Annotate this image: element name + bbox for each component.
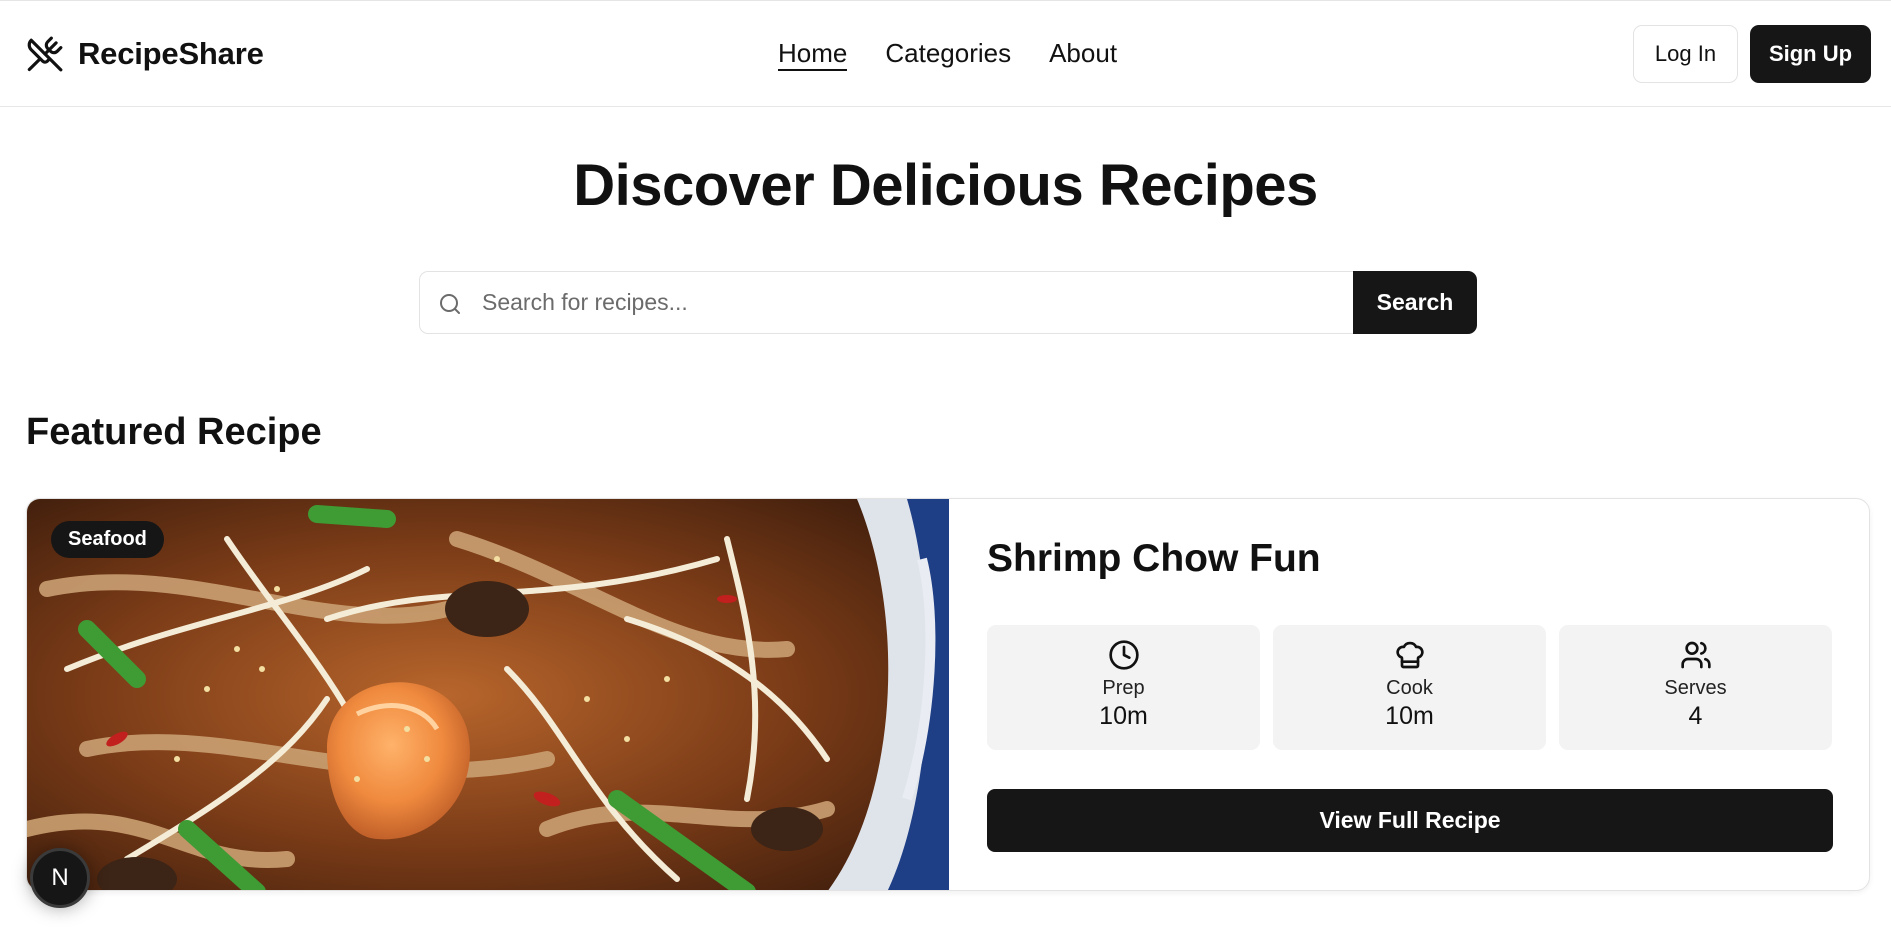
stat-label: Cook bbox=[1386, 677, 1433, 699]
main-nav: Home Categories About bbox=[778, 37, 1117, 71]
nav-link-categories[interactable]: Categories bbox=[885, 37, 1011, 71]
stat-value: 10m bbox=[1099, 702, 1148, 730]
top-navbar: RecipeShare Home Categories About Log In… bbox=[0, 0, 1891, 107]
clock-icon bbox=[1108, 640, 1139, 670]
utensils-crossed-icon bbox=[27, 36, 63, 72]
stat-cook: Cook 10m bbox=[1273, 625, 1546, 750]
search-box bbox=[419, 271, 1353, 334]
recipe-title[interactable]: Shrimp Chow Fun bbox=[987, 537, 1321, 581]
brand-logo[interactable]: RecipeShare bbox=[26, 35, 264, 73]
view-full-recipe-button[interactable]: View Full Recipe bbox=[987, 789, 1833, 852]
nav-link-about[interactable]: About bbox=[1049, 37, 1117, 71]
stat-value: 10m bbox=[1385, 702, 1434, 730]
hero-title: Discover Delicious Recipes bbox=[573, 153, 1318, 218]
stat-prep: Prep 10m bbox=[987, 625, 1260, 750]
recipe-stats: Prep 10m Cook 10m Serves 4 bbox=[987, 625, 1832, 750]
chef-hat-icon bbox=[1395, 641, 1424, 669]
dev-tools-button[interactable]: N bbox=[30, 848, 90, 908]
login-button[interactable]: Log In bbox=[1633, 25, 1738, 83]
brand-name: RecipeShare bbox=[78, 36, 264, 71]
recipe-image[interactable]: Seafood bbox=[27, 499, 949, 890]
category-badge[interactable]: Seafood bbox=[51, 521, 164, 558]
stat-serves: Serves 4 bbox=[1559, 625, 1832, 750]
signup-button[interactable]: Sign Up bbox=[1750, 25, 1871, 83]
search-button[interactable]: Search bbox=[1353, 271, 1477, 334]
nav-link-home[interactable]: Home bbox=[778, 37, 848, 71]
stat-label: Prep bbox=[1102, 677, 1145, 699]
recipe-details: Shrimp Chow Fun Prep 10m Cook 10m Serves… bbox=[949, 499, 1869, 890]
search-input[interactable] bbox=[482, 272, 1332, 333]
stat-label: Serves bbox=[1664, 677, 1727, 699]
featured-recipe-card[interactable]: Seafood Shrimp Chow Fun Prep 10m Cook 10… bbox=[26, 498, 1870, 891]
featured-section-title: Featured Recipe bbox=[26, 411, 322, 453]
stat-value: 4 bbox=[1688, 702, 1703, 730]
recipe-photo bbox=[27, 499, 949, 890]
users-icon bbox=[1680, 641, 1711, 669]
dev-tools-letter: N bbox=[51, 864, 69, 891]
search-icon bbox=[440, 294, 460, 314]
search-bar: Search bbox=[419, 271, 1477, 334]
